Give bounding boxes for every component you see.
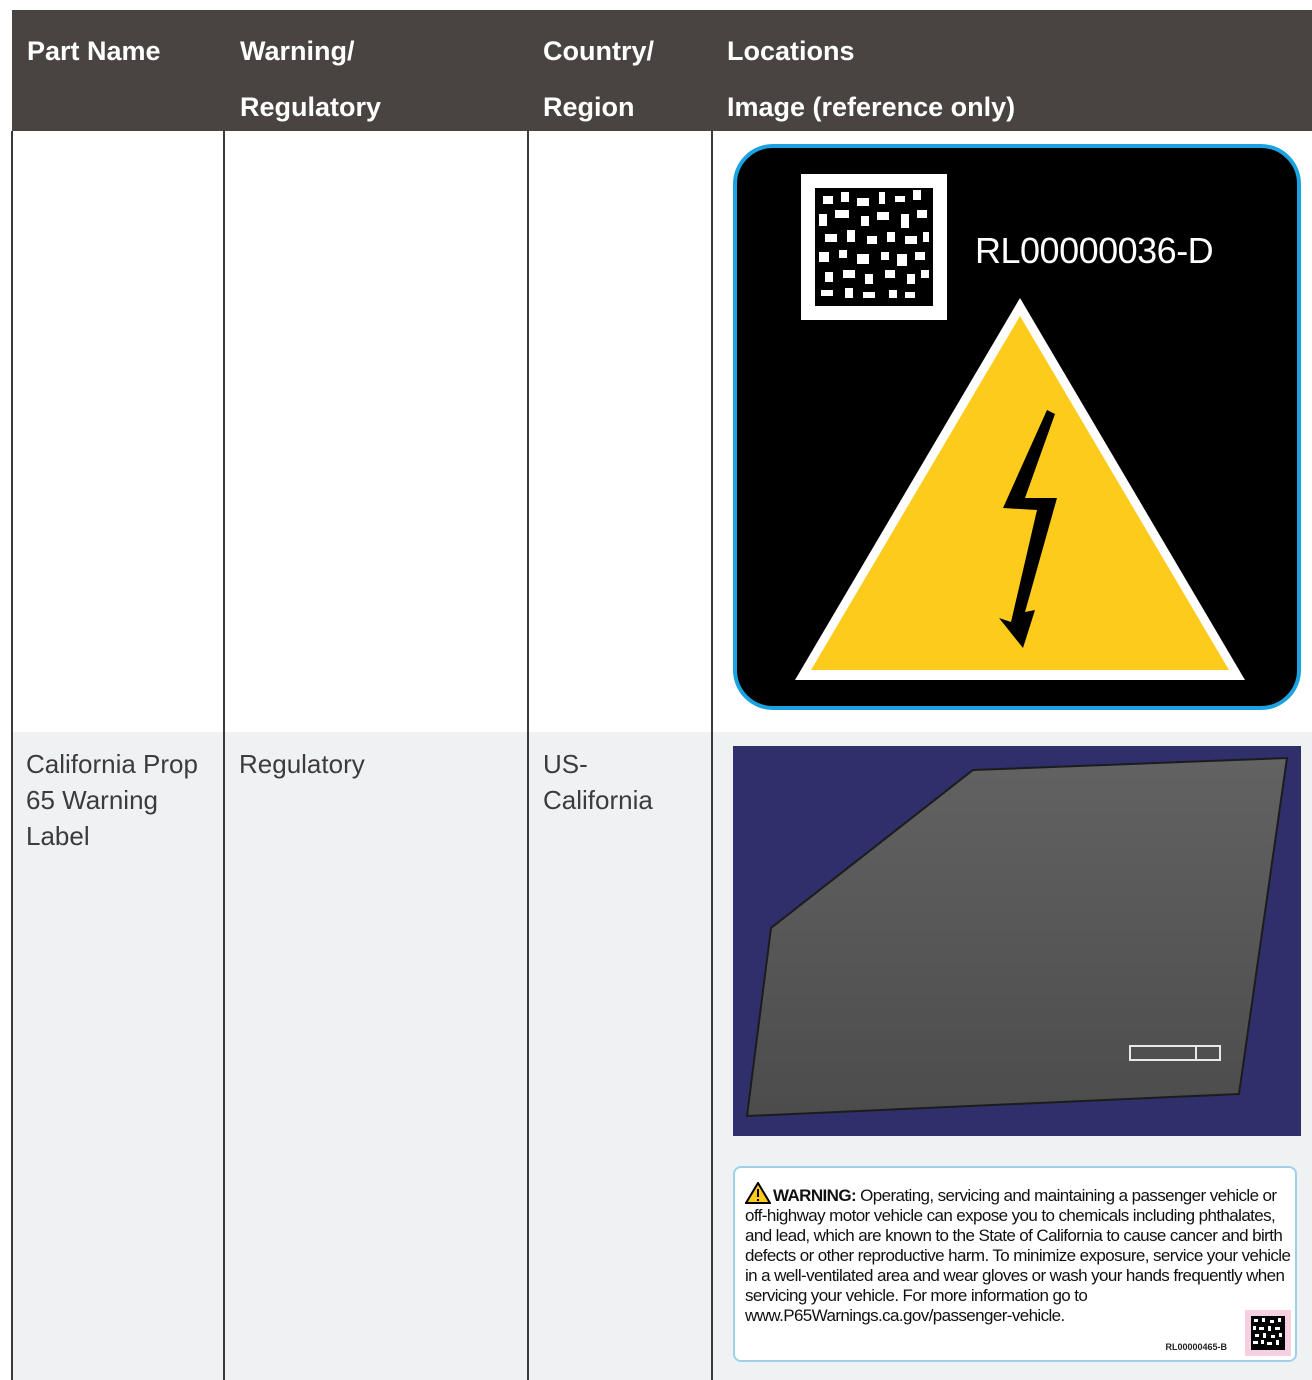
- qr-code-icon: [1251, 1316, 1285, 1350]
- high-voltage-warning-icon: [795, 298, 1245, 680]
- column-divider: [711, 131, 713, 1380]
- column-divider: [223, 131, 225, 1380]
- column-divider: [11, 131, 13, 1380]
- header-warning-regulatory: Warning/ Regulatory: [240, 36, 382, 122]
- table-header: Part Name Warning/ Regulatory Country/ R…: [12, 10, 1312, 131]
- country-region-cell: US- California: [543, 749, 653, 815]
- header-country-region: Country/ Region: [543, 36, 654, 122]
- part-name-cell: California Prop 65 Warning Label: [26, 749, 198, 851]
- column-divider: [527, 131, 529, 1380]
- prop65-warning-label-image: WARNING: Operating, servicing and mainta…: [733, 1166, 1297, 1362]
- warning-heading: WARNING:: [773, 1186, 857, 1205]
- warning-triangle-icon: [744, 1181, 772, 1204]
- high-voltage-label-image: RL00000036-D: [733, 144, 1301, 710]
- header-part-name: Part Name: [27, 36, 161, 66]
- qr-code: [1245, 1310, 1291, 1356]
- door-panel-icon: [745, 756, 1289, 1118]
- warning-body: Operating, servicing and maintaining a p…: [745, 1186, 1291, 1325]
- door-location-image: [733, 746, 1301, 1136]
- label-code: RL00000465-B: [1165, 1342, 1227, 1352]
- header-locations-image: Locations Image (reference only): [727, 36, 1016, 122]
- prop65-warning-text: WARNING: Operating, servicing and mainta…: [744, 1181, 1293, 1326]
- warning-regulatory-cell: Regulatory: [239, 749, 365, 779]
